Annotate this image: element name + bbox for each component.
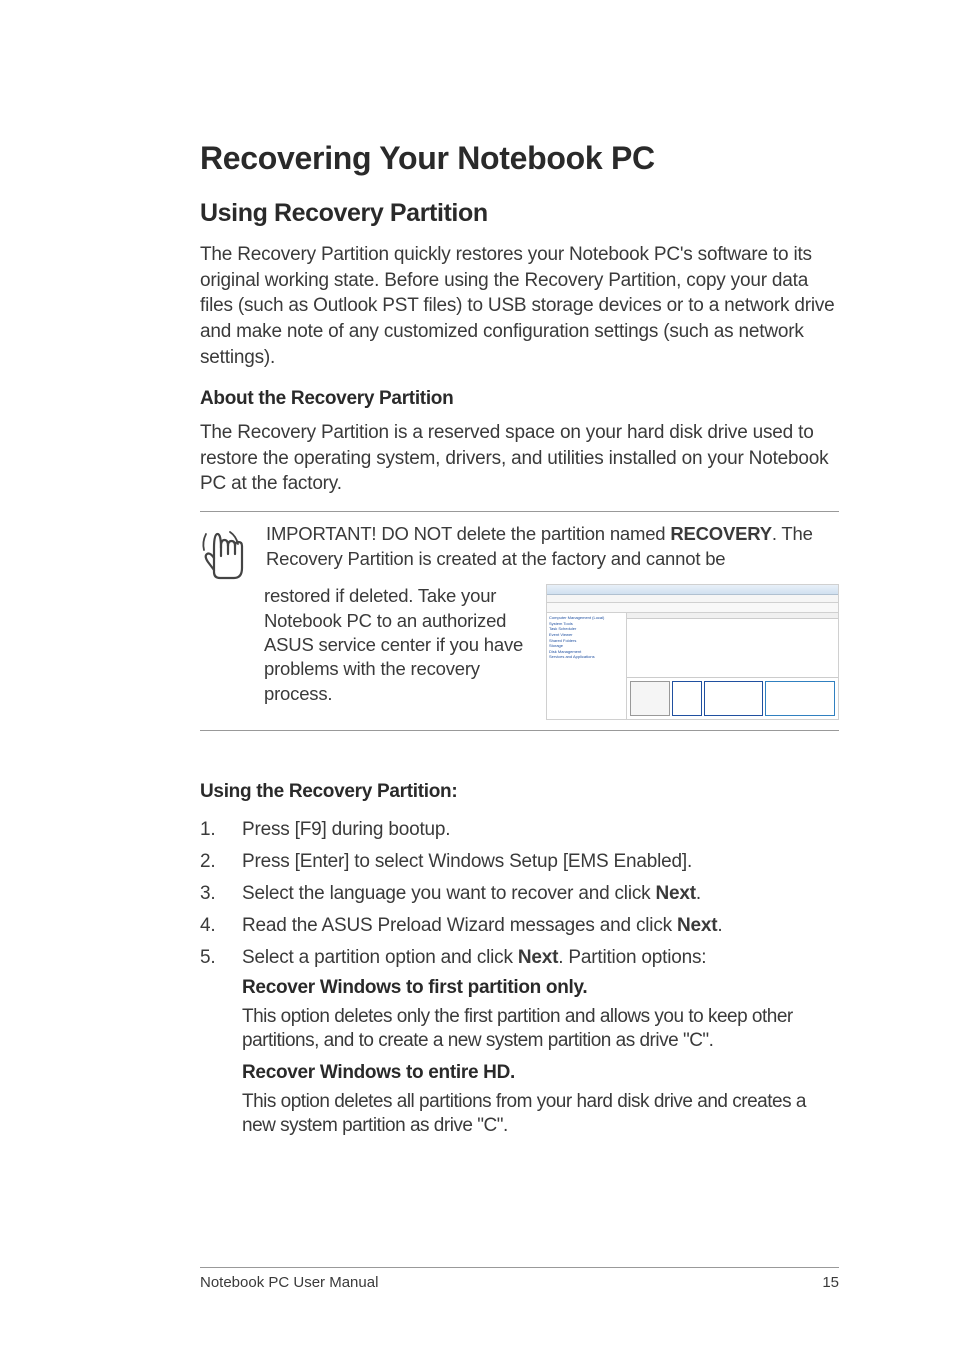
- ss-nav-tree: Computer Management (Local) System Tools…: [547, 613, 627, 719]
- option-title: Recover Windows to entire HD.: [242, 1060, 839, 1087]
- ss-partition-recovery: [672, 681, 702, 716]
- option-title: Recover Windows to first partition only.: [242, 975, 839, 1002]
- step-text: Select the language you want to recover …: [242, 883, 656, 904]
- step-text: Select a partition option and click: [242, 947, 518, 968]
- about-heading: About the Recovery Partition: [200, 388, 839, 410]
- step-text: .: [717, 915, 722, 936]
- ss-partition-d: [765, 681, 835, 716]
- steps-heading: Using the Recovery Partition:: [200, 781, 839, 803]
- step-bold: Next: [656, 883, 696, 904]
- important-hand-icon: [200, 526, 252, 582]
- step-bold: Next: [677, 915, 717, 936]
- ss-toolbar: [547, 603, 838, 613]
- step-item: Select a partition option and click Next…: [200, 945, 839, 1138]
- callout-prefix: IMPORTANT! DO NOT delete the partition n…: [266, 523, 670, 544]
- ss-tree-item: Services and Applications: [549, 654, 624, 660]
- callout-bold-word: RECOVERY: [670, 523, 772, 544]
- step-text: .: [696, 883, 701, 904]
- ss-menubar: [547, 595, 838, 603]
- step-item: Read the ASUS Preload Wizard messages an…: [200, 913, 839, 940]
- intro-paragraph: The Recovery Partition quickly restores …: [200, 242, 839, 370]
- important-callout: IMPORTANT! DO NOT delete the partition n…: [200, 511, 839, 731]
- step-text: . Partition options:: [558, 947, 706, 968]
- ss-disk-diagram: [627, 677, 838, 719]
- footer-manual-title: Notebook PC User Manual: [200, 1274, 378, 1291]
- step-item: Select the language you want to recover …: [200, 881, 839, 908]
- page-title: Recovering Your Notebook PC: [200, 140, 839, 177]
- ss-titlebar: [547, 585, 838, 595]
- ss-volume-table: [627, 613, 838, 677]
- option-body: This option deletes only the first parti…: [242, 1005, 839, 1054]
- callout-text-upper: IMPORTANT! DO NOT delete the partition n…: [266, 522, 839, 582]
- steps-list: Press [F9] during bootup. Press [Enter] …: [200, 817, 839, 1138]
- footer-page-number: 15: [822, 1274, 839, 1291]
- ss-partition-c: [704, 681, 763, 716]
- step-item: Press [Enter] to select Windows Setup [E…: [200, 849, 839, 876]
- about-paragraph: The Recovery Partition is a reserved spa…: [200, 420, 839, 497]
- option-body: This option deletes all partitions from …: [242, 1090, 839, 1139]
- ss-disk-label: [630, 681, 670, 716]
- page-footer: Notebook PC User Manual 15: [200, 1267, 839, 1291]
- callout-text-lower: restored if deleted. Take your Notebook …: [264, 584, 534, 720]
- step-text: Read the ASUS Preload Wizard messages an…: [242, 915, 677, 936]
- section-heading: Using Recovery Partition: [200, 199, 839, 228]
- step-bold: Next: [518, 947, 558, 968]
- step-item: Press [F9] during bootup.: [200, 817, 839, 844]
- disk-management-screenshot: Computer Management (Local) System Tools…: [546, 584, 839, 720]
